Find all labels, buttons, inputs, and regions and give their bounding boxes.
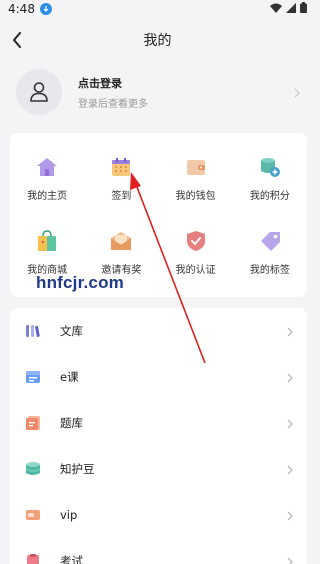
chevron-right-icon [287,414,293,433]
chevron-right-icon [287,368,293,387]
list-item-ecourse[interactable]: e课 [10,354,307,400]
points-icon [258,155,282,179]
grid-label: 我的积分 [249,190,290,202]
home-icon [35,155,59,179]
list-item-vip[interactable]: vip [10,492,307,538]
login-card[interactable]: 点击登录 登录后查看更多 [10,64,306,120]
list-item-library[interactable]: 文库 [10,308,307,354]
library-icon [24,322,42,340]
status-time: 4:48 [8,2,35,16]
back-button[interactable] [6,28,28,52]
list-label: vip [60,508,78,522]
grid-item-homepage[interactable]: 我的主页 [10,141,84,215]
question-bank-icon [24,414,42,432]
status-bar: 4:48 [0,0,315,18]
list-item-exam[interactable]: 考试 [10,538,307,564]
grid-item-points[interactable]: 我的积分 [233,141,307,215]
watermark-text: hnfcjr.com [36,273,124,292]
grid-item-tags[interactable]: 我的标签 [233,215,307,289]
grid-label: 我的钱包 [175,190,216,202]
list-item-zhihudou[interactable]: 知护豆 [10,446,307,492]
grid-label: 我的标签 [249,264,290,276]
login-title: 点击登录 [78,76,122,90]
grid-item-wallet[interactable]: 我的钱包 [159,141,233,215]
exam-icon [24,552,42,564]
list-label: e课 [60,370,79,384]
signal-icon [286,2,296,16]
list-label: 考试 [60,554,83,564]
chevron-right-icon [287,322,293,341]
grid-item-checkin[interactable]: 签到 [84,141,158,215]
coin-stack-icon [24,460,42,478]
battery-icon [300,2,307,16]
shop-bag-icon [35,229,59,253]
header: 我的 [0,22,315,58]
grid-label: 我的认证 [175,264,216,276]
shield-icon [184,229,208,253]
menu-list: 文库 e课 题库 知护豆 vip 考试 [10,308,307,564]
wifi-icon [270,2,282,16]
avatar [16,69,62,115]
list-label: 文库 [60,324,83,338]
list-item-question-bank[interactable]: 题库 [10,400,307,446]
calendar-icon [109,155,133,179]
grid-item-certification[interactable]: 我的认证 [159,215,233,289]
list-label: 题库 [60,416,83,430]
grid-label: 签到 [111,190,132,202]
wallet-icon [184,155,208,179]
invite-envelope-icon [109,229,133,253]
chevron-right-icon [287,460,293,479]
chevron-right-icon [287,552,293,564]
chevron-right-icon [287,506,293,525]
grid-label: 我的主页 [27,190,68,202]
course-icon [24,368,42,386]
user-icon [30,82,48,102]
chevron-right-icon [294,83,300,102]
tag-icon [258,229,282,253]
chevron-left-icon [13,32,21,48]
download-icon [39,3,52,15]
login-subtitle: 登录后查看更多 [78,98,148,110]
list-label: 知护豆 [60,462,95,476]
vip-card-icon [24,506,42,524]
page-title: 我的 [143,33,172,49]
